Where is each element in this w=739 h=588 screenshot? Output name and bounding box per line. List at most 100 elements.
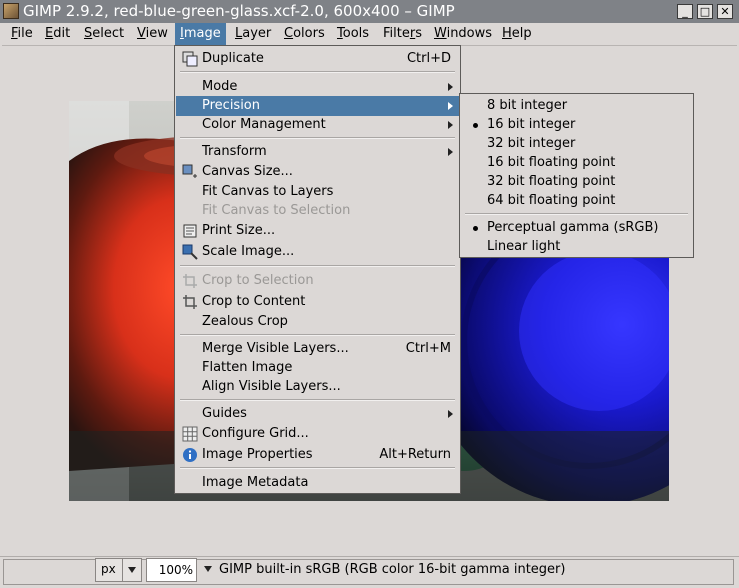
menu-item-label: Linear light <box>487 239 561 254</box>
precision-item-32bit-int[interactable]: 32 bit integer <box>461 134 692 154</box>
title-bar: GIMP 2.9.2, red-blue-green-glass.xcf-2.0… <box>0 0 739 23</box>
menu-separator <box>180 399 455 401</box>
chevron-down-icon[interactable] <box>199 558 216 582</box>
submenu-arrow-icon <box>448 410 453 418</box>
menu-item-fit-canvas-to-selection: Fit Canvas to Selection <box>176 201 459 221</box>
maximize-button[interactable]: □ <box>697 4 713 19</box>
menu-item-label: Merge Visible Layers... <box>202 341 349 356</box>
submenu-arrow-icon <box>448 102 453 110</box>
menu-item-color-management[interactable]: Color Management <box>176 115 459 135</box>
menu-item-label: Crop to Selection <box>202 273 314 288</box>
precision-submenu: 8 bit integer 16 bit integer 32 bit inte… <box>459 93 694 258</box>
menu-item-merge-visible-layers[interactable]: Merge Visible Layers... Ctrl+M <box>176 339 459 359</box>
menu-item-transform[interactable]: Transform <box>176 142 459 162</box>
menu-edit[interactable]: Edit <box>40 23 75 45</box>
gimp-app-icon <box>3 3 19 19</box>
scale-icon <box>182 244 198 260</box>
menu-item-label: 32 bit floating point <box>487 174 616 189</box>
menu-item-label: Zealous Crop <box>202 314 288 329</box>
close-button[interactable]: ✕ <box>717 4 733 19</box>
menu-item-canvas-size[interactable]: Canvas Size... <box>176 162 459 182</box>
minimize-button[interactable]: _ <box>677 4 693 19</box>
canvas-size-icon <box>182 164 197 178</box>
menu-file-rest: ile <box>17 26 33 41</box>
menu-item-label: Flatten Image <box>202 360 293 375</box>
menu-colors[interactable]: Colors <box>279 23 330 45</box>
menu-item-label: Canvas Size... <box>202 164 293 179</box>
submenu-arrow-icon <box>448 121 453 129</box>
menu-item-label: 16 bit integer <box>487 117 576 132</box>
precision-item-32bit-float[interactable]: 32 bit floating point <box>461 172 692 192</box>
menu-filters[interactable]: Filters <box>378 23 427 45</box>
menu-windows[interactable]: Windows <box>429 23 497 45</box>
menu-item-label: 32 bit integer <box>487 136 576 151</box>
info-icon <box>183 448 197 462</box>
precision-item-16bit-int[interactable]: 16 bit integer <box>461 115 692 135</box>
menu-item-label: Align Visible Layers... <box>202 379 341 394</box>
radio-selected-icon <box>473 226 478 231</box>
menu-item-label: Crop to Content <box>202 294 306 309</box>
menu-item-label: 64 bit floating point <box>487 193 616 208</box>
menu-item-crop-to-selection: Crop to Selection <box>176 271 459 291</box>
chevron-down-icon[interactable] <box>122 559 141 581</box>
menu-view[interactable]: View <box>132 23 173 45</box>
submenu-arrow-icon <box>448 83 453 91</box>
precision-item-perceptual-gamma[interactable]: Perceptual gamma (sRGB) <box>461 218 692 238</box>
unit-value: px <box>101 562 116 576</box>
menu-item-flatten-image[interactable]: Flatten Image <box>176 358 459 378</box>
menu-item-fit-canvas-to-layers[interactable]: Fit Canvas to Layers <box>176 182 459 202</box>
menu-item-label: Image Properties <box>202 447 313 462</box>
menu-select[interactable]: Select <box>79 23 129 45</box>
menu-item-label: Print Size... <box>202 223 276 238</box>
menu-item-label: Guides <box>202 406 247 421</box>
menu-item-label: Precision <box>202 98 261 113</box>
menu-item-label: Image Metadata <box>202 475 309 490</box>
image-menu: Duplicate Ctrl+D Mode Precision Color Ma… <box>174 45 461 494</box>
menu-tools[interactable]: Tools <box>332 23 374 45</box>
menu-file[interactable]: File <box>6 23 38 45</box>
menu-item-mode[interactable]: Mode <box>176 77 459 97</box>
menu-item-label: Fit Canvas to Selection <box>202 203 351 218</box>
precision-item-64bit-float[interactable]: 64 bit floating point <box>461 191 692 211</box>
menu-item-configure-grid[interactable]: Configure Grid... <box>176 424 459 444</box>
menu-separator <box>465 213 688 215</box>
menu-item-label: Perceptual gamma (sRGB) <box>487 220 659 235</box>
precision-item-8bit-int[interactable]: 8 bit integer <box>461 96 692 116</box>
menu-item-label: 16 bit floating point <box>487 155 616 170</box>
menu-item-align-visible-layers[interactable]: Align Visible Layers... <box>176 377 459 397</box>
zoom-input[interactable]: 100% <box>146 558 197 582</box>
unit-selector[interactable]: px <box>95 558 142 582</box>
precision-item-linear-light[interactable]: Linear light <box>461 237 692 257</box>
window-title: GIMP 2.9.2, red-blue-green-glass.xcf-2.0… <box>23 2 455 20</box>
menu-item-label: Scale Image... <box>202 244 295 259</box>
menu-item-label: Fit Canvas to Layers <box>202 184 334 199</box>
menu-item-crop-to-content[interactable]: Crop to Content <box>176 292 459 312</box>
menu-item-accel: Ctrl+D <box>406 51 451 66</box>
menu-separator <box>180 71 455 73</box>
duplicate-icon <box>182 51 198 67</box>
menu-help[interactable]: Help <box>497 23 537 45</box>
radio-selected-icon <box>473 123 478 128</box>
crop-icon <box>183 295 197 309</box>
menu-item-accel: Ctrl+M <box>405 341 451 356</box>
menu-item-precision[interactable]: Precision <box>176 96 459 116</box>
crop-icon <box>183 274 197 288</box>
menu-item-zealous-crop[interactable]: Zealous Crop <box>176 312 459 332</box>
menu-item-print-size[interactable]: Print Size... <box>176 221 459 241</box>
menu-item-label: Duplicate <box>202 51 264 66</box>
menu-item-guides[interactable]: Guides <box>176 404 459 424</box>
zoom-selector[interactable]: 100% <box>146 558 216 582</box>
menu-item-label: Mode <box>202 79 238 94</box>
menu-item-image-properties[interactable]: Image Properties Alt+Return <box>176 445 459 465</box>
menu-separator <box>180 137 455 139</box>
menu-item-image-metadata[interactable]: Image Metadata <box>176 473 459 493</box>
menu-item-duplicate[interactable]: Duplicate Ctrl+D <box>176 49 459 69</box>
precision-item-16bit-float[interactable]: 16 bit floating point <box>461 153 692 173</box>
menu-layer[interactable]: Layer <box>230 23 276 45</box>
menu-item-accel: Alt+Return <box>379 447 451 462</box>
menu-item-label: Configure Grid... <box>202 426 309 441</box>
menu-item-scale-image[interactable]: Scale Image... <box>176 242 459 262</box>
menu-bar: File Edit Select View Image Layer Colors… <box>0 23 739 45</box>
submenu-arrow-icon <box>448 148 453 156</box>
menu-image[interactable]: Image <box>175 23 226 45</box>
